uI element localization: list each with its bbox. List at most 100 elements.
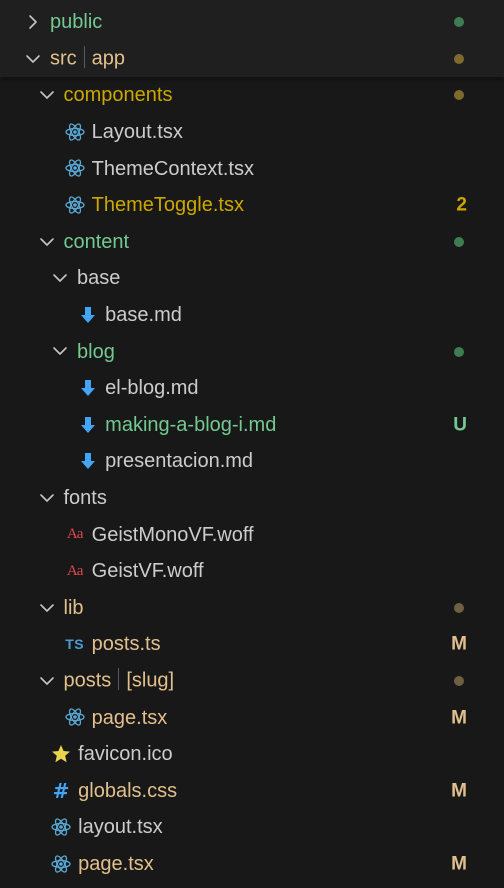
tree-file-row[interactable]: base.md	[0, 297, 504, 334]
tree-item-name: page.tsx	[78, 853, 154, 876]
tree-folder-row[interactable]: content	[0, 224, 504, 261]
tree-file-row[interactable]: presentacion.md	[0, 443, 504, 480]
react-icon	[50, 853, 72, 875]
react-icon	[64, 194, 86, 216]
tree-file-row[interactable]: making-a-blog-i.md U	[0, 407, 504, 444]
tree-item-label: ThemeToggle.tsx	[92, 195, 244, 215]
tree-file-row[interactable]: el-blog.md	[0, 370, 504, 407]
tree-item-label: ThemeContext.tsx	[92, 159, 254, 179]
tree-item-label: globals.css	[78, 781, 177, 801]
typescript-icon: TS	[65, 636, 85, 653]
tree-folder-row[interactable]: fonts	[0, 480, 504, 517]
tree-folder-row[interactable]: lib	[0, 590, 504, 627]
path-separator	[118, 668, 120, 691]
tree-item-name: fonts	[63, 487, 107, 510]
markdown-icon	[77, 450, 99, 472]
git-status-dot	[454, 53, 464, 64]
git-status-badge: U	[453, 414, 467, 436]
git-status-dot	[454, 346, 464, 357]
chevron-down-icon[interactable]	[49, 340, 71, 362]
react-icon	[64, 121, 86, 143]
react-icon	[64, 706, 86, 728]
tree-item-name: posts	[63, 669, 112, 692]
git-status-badge: M	[451, 707, 467, 729]
react-icon	[64, 157, 86, 179]
markdown-icon	[77, 304, 99, 326]
chevron-down-icon[interactable]	[36, 670, 58, 692]
git-status-badge: M	[451, 633, 467, 655]
tree-item-name: components	[63, 84, 173, 107]
git-status-dot	[454, 602, 464, 613]
git-status-badge: M	[451, 853, 467, 875]
chevron-down-icon[interactable]	[36, 231, 58, 253]
tree-item-name: making-a-blog-i.md	[105, 413, 277, 436]
tree-item-name: base	[77, 267, 121, 290]
tree-item-label: layout.tsx	[78, 817, 162, 837]
tree-item-label: page.tsx	[92, 708, 168, 728]
tree-item-name: layout.tsx	[78, 816, 163, 839]
tree-file-row[interactable]: Aa GeistMonoVF.woff	[0, 516, 504, 553]
tree-item-label: page.tsx	[78, 854, 154, 874]
chevron-right-icon[interactable]	[22, 11, 44, 33]
tree-item-name: ThemeContext.tsx	[91, 157, 254, 180]
tree-file-row[interactable]: Layout.tsx	[0, 114, 504, 151]
tree-file-row[interactable]: layout.tsx	[0, 809, 504, 846]
chevron-down-icon[interactable]	[36, 84, 58, 106]
chevron-down-icon[interactable]	[36, 487, 58, 509]
tree-item-label: fonts	[64, 488, 107, 508]
tree-item-label: Layout.tsx	[92, 122, 183, 142]
tree-file-row[interactable]: page.tsx M	[0, 699, 504, 736]
tree-item-name: src	[50, 47, 77, 70]
chevron-down-icon[interactable]	[36, 597, 58, 619]
tree-file-row[interactable]: Aa GeistVF.woff	[0, 553, 504, 590]
tree-item-name: page.tsx	[91, 706, 168, 729]
tree-item-name: el-blog.md	[105, 377, 199, 400]
file-explorer: public src app components Layout.tsx ThemeCon…	[0, 0, 504, 888]
tree-file-row[interactable]: ThemeToggle.tsx 2	[0, 187, 504, 224]
tree-item-label: making-a-blog-i.md	[105, 415, 276, 435]
tree-folder-row[interactable]: components	[0, 77, 504, 114]
tree-item-name-compact: app	[91, 47, 126, 70]
tree-folder-row[interactable]: public	[0, 0, 504, 41]
markdown-icon	[77, 414, 99, 436]
tree-item-label: presentacion.md	[105, 451, 253, 471]
tree-item-name: ThemeToggle.tsx	[91, 194, 244, 217]
tree-folder-row[interactable]: src app	[0, 40, 504, 78]
git-status-dot	[454, 236, 464, 247]
tree-item-label: base	[77, 268, 120, 288]
tree-item-label: el-blog.md	[105, 378, 198, 398]
git-status-badge: M	[451, 780, 467, 802]
tree-item-name: favicon.ico	[78, 743, 173, 766]
tree-item-label: components	[64, 85, 173, 105]
tree-item-name: GeistMonoVF.woff	[91, 523, 254, 546]
tree-file-row[interactable]: TS posts.ts M	[0, 626, 504, 663]
tree-item-label: posts.ts	[92, 634, 161, 654]
git-status-badge: 2	[456, 194, 467, 216]
tree-file-row[interactable]: ThemeContext.tsx	[0, 150, 504, 187]
tree-item-label: GeistVF.woff	[92, 561, 204, 581]
tree-folder-row[interactable]: base	[0, 260, 504, 297]
tree-item-name: GeistVF.woff	[91, 560, 204, 583]
tree-item-name: Layout.tsx	[91, 121, 183, 144]
tree-item-name: public	[50, 11, 103, 34]
star-icon	[50, 743, 72, 765]
chevron-down-icon[interactable]	[22, 48, 44, 70]
markdown-icon	[77, 377, 99, 399]
tree-file-row[interactable]: favicon.ico	[0, 736, 504, 773]
path-separator	[83, 45, 85, 68]
tree-item-label: GeistMonoVF.woff	[92, 525, 254, 545]
tree-item-name: base.md	[105, 304, 182, 327]
tree-file-row[interactable]: page.tsx M	[0, 846, 504, 883]
chevron-down-icon[interactable]	[49, 267, 71, 289]
tree-folder-row[interactable]: posts [slug]	[0, 663, 504, 700]
tree-item-name: blog	[77, 340, 115, 363]
tree-item-label: base.md	[105, 305, 182, 325]
font-icon: Aa	[66, 562, 83, 579]
tree-folder-row[interactable]: blog	[0, 333, 504, 370]
tree-item-label: public	[50, 12, 102, 32]
git-status-dot	[454, 17, 464, 28]
git-status-dot	[454, 90, 464, 101]
tree-item-label: favicon.ico	[78, 744, 173, 764]
tree-item-label: blog	[77, 342, 115, 362]
tree-file-row[interactable]: # globals.css M	[0, 773, 504, 810]
